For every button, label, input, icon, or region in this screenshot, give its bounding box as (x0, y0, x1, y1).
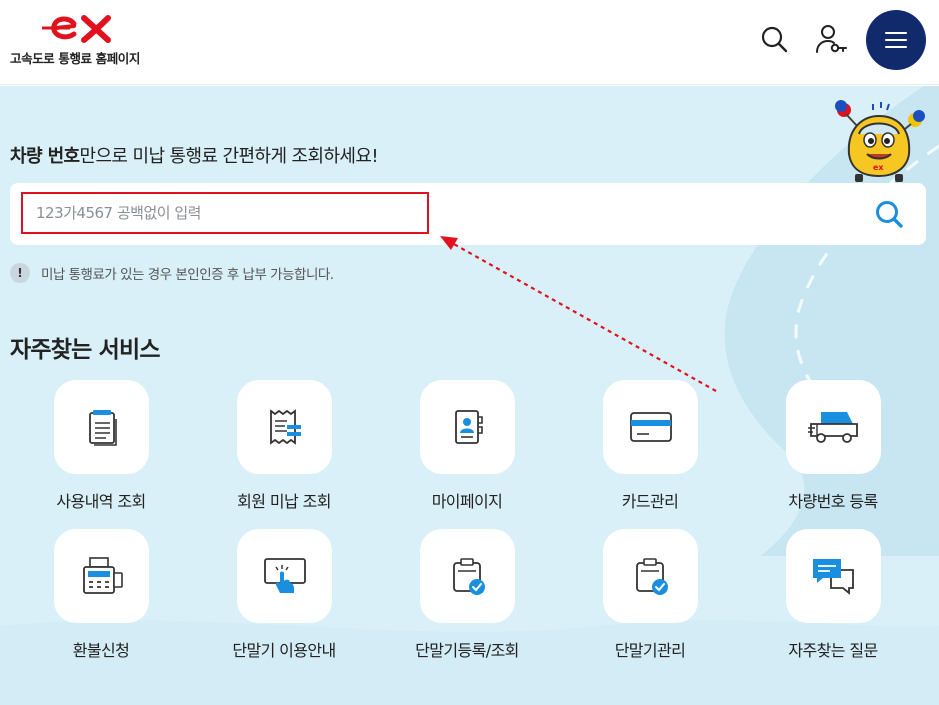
service-label: 마이페이지 (431, 492, 503, 511)
service-faq[interactable]: 자주찾는 질문 (753, 529, 913, 669)
header-login-button[interactable] (814, 22, 848, 56)
service-terminal-management[interactable]: 단말기관리 (570, 529, 730, 669)
lookup-title: 차량 번호만으로 미납 통행료 간편하게 조회하세요! (10, 142, 379, 168)
chat-bubbles-icon (812, 559, 854, 595)
plate-search-box (10, 183, 926, 245)
lookup-title-bold: 차량 번호 (10, 146, 80, 167)
service-label: 환불신청 (72, 641, 130, 660)
service-member-unpaid[interactable]: 회원 미납 조회 (204, 380, 364, 520)
service-icon-box (54, 529, 149, 623)
service-label: 회원 미납 조회 (237, 492, 331, 511)
hamburger-menu-icon (885, 32, 907, 48)
device-check-icon (452, 558, 485, 595)
service-label: 단말기 이용안내 (232, 641, 336, 660)
service-vehicle-register[interactable]: 차량번호 등록 (753, 380, 913, 520)
service-my-page[interactable]: 마이페이지 (387, 380, 547, 520)
credit-card-icon (629, 412, 672, 442)
service-label: 단말기등록/조회 (415, 641, 519, 660)
service-label: 카드관리 (621, 492, 679, 511)
exclamation-icon: ! (10, 263, 30, 283)
lookup-title-rest: 만으로 미납 통행료 간편하게 조회하세요! (79, 146, 379, 167)
car-mascot-icon: ex (835, 100, 925, 182)
service-refund-request[interactable]: 환불신청 (21, 529, 181, 669)
profile-card-icon (454, 410, 483, 444)
service-icon-box (420, 529, 515, 623)
service-label: 차량번호 등록 (788, 492, 878, 511)
notice-text: 미납 통행료가 있는 경우 본인인증 후 납부 가능합니다. (41, 267, 334, 283)
service-terminal-register[interactable]: 단말기등록/조회 (387, 529, 547, 669)
service-card-management[interactable]: 카드관리 (570, 380, 730, 520)
service-icon-box (603, 380, 698, 474)
ex-logo-icon (42, 15, 111, 43)
truck-icon (807, 412, 858, 443)
menu-button[interactable] (866, 10, 926, 70)
document-list-icon (88, 410, 117, 446)
service-icon-box (786, 380, 881, 474)
site-header: 고속도로 통행료 홈페이지 (0, 0, 939, 85)
notice: ! 미납 통행료가 있는 경우 본인인증 후 납부 가능합니다. (10, 262, 334, 284)
plate-search-button[interactable] (871, 197, 907, 231)
service-icon-box (237, 529, 332, 623)
service-icon-box (786, 529, 881, 623)
plate-number-input[interactable] (21, 192, 429, 234)
service-terminal-guide[interactable]: 단말기 이용안내 (204, 529, 364, 669)
service-label: 단말기관리 (614, 641, 686, 660)
service-icon-box (237, 380, 332, 474)
service-label: 사용내역 조회 (56, 492, 146, 511)
receipt-icon (269, 409, 301, 445)
service-label: 자주찾는 질문 (788, 641, 878, 660)
main-content: ex 차량 번호만으로 미납 통행료 간편하게 조회하세요! ! 미납 통행료가… (0, 86, 939, 705)
service-icon-box (603, 529, 698, 623)
search-icon (876, 201, 903, 228)
device-manage-icon (635, 558, 668, 595)
svg-text:ex: ex (873, 163, 884, 172)
service-usage-history[interactable]: 사용내역 조회 (21, 380, 181, 520)
service-icon-box (420, 380, 515, 474)
user-key-icon (816, 25, 847, 53)
header-search-button[interactable] (757, 22, 791, 56)
service-icon-box (54, 380, 149, 474)
site-logo[interactable]: 고속도로 통행료 홈페이지 (10, 14, 160, 70)
search-icon (761, 26, 788, 53)
services-title: 자주찾는 서비스 (10, 337, 161, 363)
cash-register-icon (82, 557, 123, 594)
site-name: 고속도로 통행료 홈페이지 (10, 51, 141, 66)
touch-screen-icon (263, 558, 306, 593)
